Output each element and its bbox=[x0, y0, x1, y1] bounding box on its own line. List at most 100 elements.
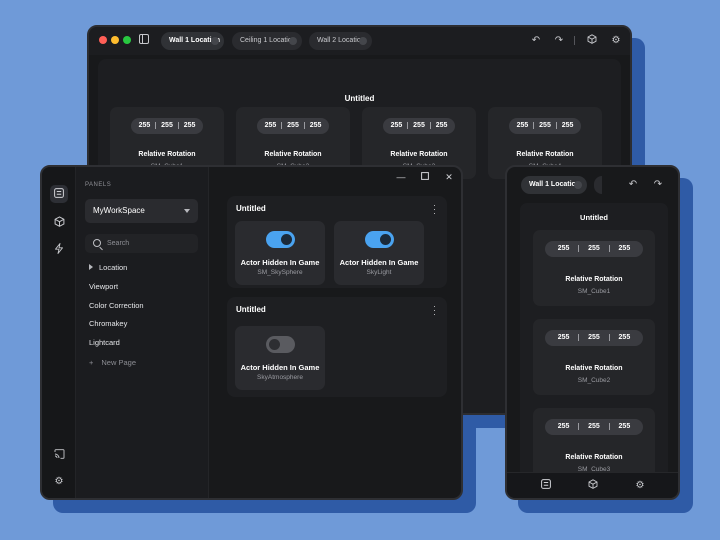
tab-close-icon[interactable] bbox=[211, 37, 219, 45]
minimize-icon[interactable]: — bbox=[395, 172, 407, 182]
property-label: Relative Rotation bbox=[264, 151, 322, 159]
toggle-label: Actor Hidden In Game bbox=[240, 363, 320, 372]
next-tab-stub[interactable] bbox=[594, 176, 602, 194]
panel-group: Untitled · · · Actor Hidden In Game SM_Sky… bbox=[227, 196, 447, 288]
channel-g-value[interactable]: 255 bbox=[408, 118, 430, 134]
redo-icon[interactable]: ↷ bbox=[552, 34, 566, 48]
channel-r-value[interactable]: 255 bbox=[549, 419, 578, 435]
minimize-traffic-light[interactable] bbox=[111, 36, 119, 44]
tab-close-icon[interactable] bbox=[359, 37, 367, 45]
workspace-select[interactable]: MyWorkSpace bbox=[85, 199, 198, 223]
channel-r-value[interactable]: 255 bbox=[386, 118, 408, 134]
property-label: Relative Rotation bbox=[565, 365, 623, 373]
search-input[interactable]: Search bbox=[85, 234, 198, 253]
mobile-panel: Untitled 255 255 255 Relative Rotation SM_Cu… bbox=[520, 203, 668, 478]
channel-r-value[interactable]: 255 bbox=[512, 118, 534, 134]
plus-icon: + bbox=[89, 358, 94, 367]
rgb-value-field[interactable]: 255 255 255 bbox=[257, 118, 329, 134]
channel-b-value[interactable]: 255 bbox=[610, 241, 639, 257]
undo-icon[interactable]: ↶ bbox=[626, 178, 640, 192]
redo-icon[interactable]: ↷ bbox=[651, 178, 665, 192]
channel-r-value[interactable]: 255 bbox=[134, 118, 156, 134]
channel-b-value[interactable]: 255 bbox=[610, 419, 639, 435]
rgb-value-field[interactable]: 255 255 255 bbox=[509, 118, 581, 134]
cube-icon[interactable] bbox=[50, 213, 68, 231]
channel-r-value[interactable]: 255 bbox=[549, 241, 578, 257]
channel-g-value[interactable]: 255 bbox=[579, 241, 608, 257]
channel-g-value[interactable]: 255 bbox=[579, 330, 608, 346]
sidebar-item-lightcard[interactable]: Lightcard bbox=[89, 338, 120, 347]
channel-g-value[interactable]: 255 bbox=[156, 118, 178, 134]
tab-wall-2-location[interactable]: Wall 2 Location bbox=[309, 32, 372, 50]
toggle-card: Actor Hidden In Game SM_SkySphere bbox=[235, 221, 325, 285]
search-icon bbox=[93, 239, 101, 247]
cube-icon[interactable] bbox=[586, 479, 600, 493]
panels-icon[interactable] bbox=[539, 479, 553, 493]
zoom-traffic-light[interactable] bbox=[123, 36, 131, 44]
tab-close-icon[interactable] bbox=[574, 181, 582, 189]
panels-heading: PANELS bbox=[85, 182, 112, 188]
tab-close-icon[interactable] bbox=[289, 37, 297, 45]
new-page-button[interactable]: + New Page bbox=[89, 358, 136, 367]
cube-icon[interactable] bbox=[585, 34, 599, 48]
property-label: Relative Rotation bbox=[565, 454, 623, 462]
channel-g-value[interactable]: 255 bbox=[534, 118, 556, 134]
toggle-card: Actor Hidden In Game SkyLight bbox=[334, 221, 424, 285]
chevron-right-icon[interactable] bbox=[89, 264, 93, 270]
channel-b-value[interactable]: 255 bbox=[610, 330, 639, 346]
toggle-target: SM_SkySphere bbox=[257, 269, 303, 276]
tab-ceiling-1-location[interactable]: Ceiling 1 Location bbox=[232, 32, 302, 50]
settings-gear-icon[interactable]: ⚙ bbox=[633, 479, 647, 493]
channel-b-value[interactable]: 255 bbox=[431, 118, 453, 134]
property-label: Relative Rotation bbox=[390, 151, 448, 159]
tab-label: Ceiling 1 Location bbox=[240, 37, 296, 44]
settings-gear-icon[interactable]: ⚙ bbox=[609, 34, 623, 48]
channel-g-value[interactable]: 255 bbox=[579, 419, 608, 435]
channel-r-value[interactable]: 255 bbox=[260, 118, 282, 134]
search-placeholder: Search bbox=[107, 240, 130, 247]
maximize-icon[interactable] bbox=[419, 172, 431, 182]
more-options-icon[interactable]: · · · bbox=[433, 201, 437, 218]
tab-label: Wall 2 Location bbox=[317, 37, 365, 44]
rgb-value-field[interactable]: 255 255 255 bbox=[383, 118, 455, 134]
rgb-value-field[interactable]: 255 255 255 bbox=[545, 241, 643, 257]
toggle-switch[interactable] bbox=[266, 231, 295, 248]
chevron-down-icon bbox=[184, 209, 190, 213]
tab-wall-1-location[interactable]: Wall 1 Location bbox=[521, 176, 587, 194]
lightning-icon[interactable] bbox=[50, 240, 68, 258]
value-card: 255255255Relative RotationSM_Cube2 bbox=[533, 319, 655, 395]
channel-b-value[interactable]: 255 bbox=[179, 118, 201, 134]
close-icon[interactable]: ✕ bbox=[443, 172, 455, 183]
rgb-value-field[interactable]: 255 255 255 bbox=[131, 118, 203, 134]
channel-g-value[interactable]: 255 bbox=[282, 118, 304, 134]
sidebar-item-chromakey[interactable]: Chromakey bbox=[89, 319, 127, 328]
value-card: 255255255Relative RotationSM_Cube3 bbox=[533, 408, 655, 478]
sidebar-item-viewport[interactable]: Viewport bbox=[89, 282, 118, 291]
toggle-switch[interactable] bbox=[365, 231, 394, 248]
panel-title: Untitled bbox=[344, 94, 375, 103]
rgb-value-field[interactable]: 255 255 255 bbox=[545, 419, 643, 435]
rgb-value-field[interactable]: 255 255 255 bbox=[545, 330, 643, 346]
settings-gear-icon[interactable]: ⚙ bbox=[50, 473, 68, 491]
channel-b-value[interactable]: 255 bbox=[557, 118, 579, 134]
close-traffic-light[interactable] bbox=[99, 36, 107, 44]
value-card: 255255255Relative RotationSM_Cube1 bbox=[533, 230, 655, 306]
icon-rail: ⚙ bbox=[42, 167, 76, 498]
sidebar-item-color-correction[interactable]: Color Correction bbox=[89, 301, 144, 310]
channel-b-value[interactable]: 255 bbox=[305, 118, 327, 134]
cast-icon[interactable] bbox=[50, 446, 68, 464]
sidebar-item-location[interactable]: Location bbox=[99, 263, 127, 272]
property-target: SM_Cube2 bbox=[577, 377, 611, 385]
tab-wall-1-location[interactable]: Wall 1 Location bbox=[161, 32, 224, 50]
desktop-titlebar: Wall 1 Location Ceiling 1 Location Wall … bbox=[89, 27, 630, 55]
channel-r-value[interactable]: 255 bbox=[549, 330, 578, 346]
property-label: Relative Rotation bbox=[516, 151, 574, 159]
toggle-label: Actor Hidden In Game bbox=[339, 258, 419, 267]
tab-label: Wall 1 Location bbox=[529, 181, 581, 188]
sidebar-toggle-icon[interactable] bbox=[137, 34, 151, 48]
toggle-switch[interactable] bbox=[266, 336, 295, 353]
more-options-icon[interactable]: · · · bbox=[433, 302, 437, 319]
panels-icon[interactable] bbox=[50, 185, 68, 203]
undo-icon[interactable]: ↶ bbox=[529, 34, 543, 48]
toggle-knob bbox=[281, 234, 292, 245]
